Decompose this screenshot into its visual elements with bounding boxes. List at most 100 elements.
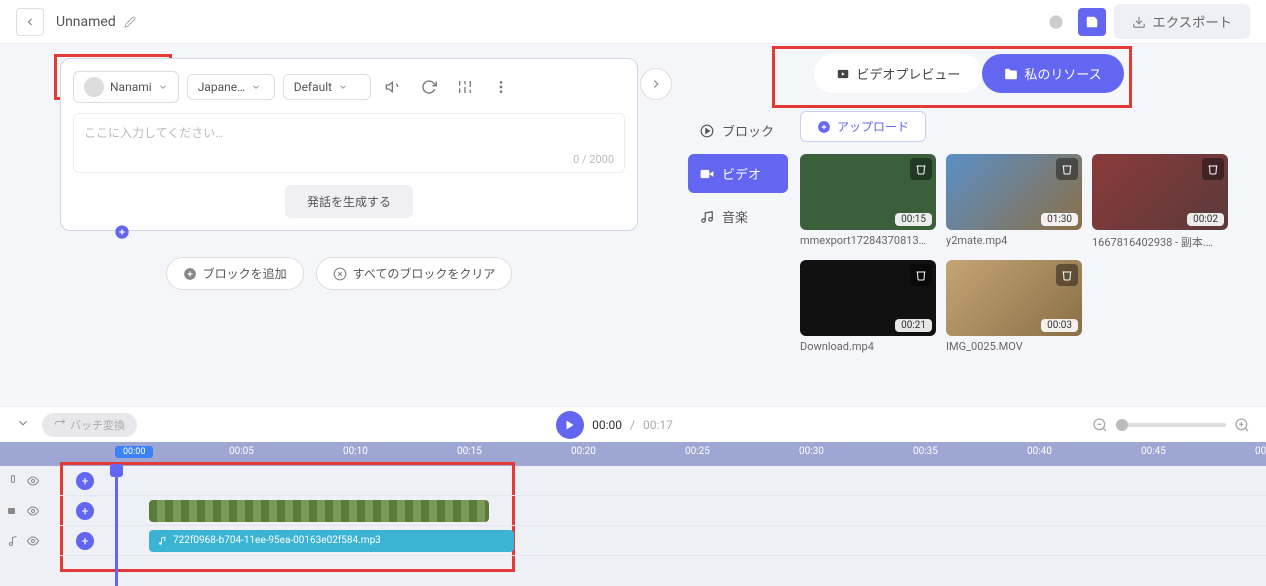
delete-button[interactable]: [1202, 158, 1224, 180]
video-thumbnail[interactable]: 00:02 1667816402938 - 副本.…: [1092, 154, 1228, 250]
sidebar-item-block[interactable]: ブロック: [688, 111, 788, 150]
download-icon: [1132, 15, 1146, 29]
video-thumbnail[interactable]: 00:21 Download.mp4: [800, 260, 936, 353]
zoom-out-button[interactable]: [1092, 417, 1108, 433]
trash-icon: [1207, 163, 1219, 175]
project-title: Unnamed: [56, 14, 116, 30]
block-icon: [700, 124, 714, 138]
edit-title-button[interactable]: [124, 16, 136, 28]
audio-clip[interactable]: 722f0968-b704-11ee-95ea-00163e02f584.mp3: [149, 530, 514, 552]
thumbnail-image: 00:02: [1092, 154, 1228, 230]
duration-badge: 00:15: [895, 213, 932, 226]
zoom-slider[interactable]: [1116, 423, 1226, 427]
style-selector[interactable]: Default: [283, 74, 371, 100]
add-clip-button[interactable]: +: [76, 532, 94, 550]
speaker-icon: [385, 79, 401, 95]
style-value: Default: [294, 80, 332, 94]
ruler-tick: 00:25: [685, 446, 710, 457]
duration-badge: 00:03: [1041, 319, 1078, 332]
more-button[interactable]: [487, 73, 515, 101]
thumbnail-name: 1667816402938 - 副本.…: [1092, 234, 1228, 250]
generate-button[interactable]: 発話を生成する: [285, 185, 413, 218]
zoom-in-icon: [1234, 417, 1250, 433]
sidebar-item-video[interactable]: ビデオ: [688, 154, 788, 193]
time-sep: /: [630, 418, 635, 432]
export-label: エクスポート: [1152, 12, 1232, 31]
track-audio[interactable]: + 722f0968-b704-11ee-95ea-00163e02f584.m…: [60, 526, 1266, 556]
export-button[interactable]: エクスポート: [1114, 4, 1250, 39]
ruler-tick: 00:30: [799, 446, 824, 457]
add-block-button[interactable]: ブロックを追加: [166, 257, 304, 290]
info-icon: [1048, 14, 1064, 30]
settings-button[interactable]: [451, 73, 479, 101]
sidebar-item-music[interactable]: 音楽: [688, 197, 788, 236]
eye-icon[interactable]: [26, 505, 40, 517]
ruler-tick: 00:50: [1255, 446, 1266, 457]
trash-icon: [1061, 269, 1073, 281]
delete-button[interactable]: [910, 158, 932, 180]
video-clip[interactable]: [149, 500, 489, 522]
add-paragraph-button[interactable]: [114, 224, 130, 240]
delete-button[interactable]: [1056, 264, 1078, 286]
clear-blocks-button[interactable]: すべてのブロックをクリア: [316, 257, 513, 290]
expand-panel-button[interactable]: [640, 68, 672, 100]
chevron-down-icon: [158, 82, 168, 92]
play-button[interactable]: [556, 411, 584, 439]
timeline-collapse-button[interactable]: [16, 416, 34, 434]
upload-label: アップロード: [837, 118, 909, 135]
duration-badge: 01:30: [1041, 213, 1078, 226]
music-icon: [700, 210, 714, 224]
batch-label: バッチ変換: [70, 417, 125, 433]
chevron-down-icon: [16, 416, 30, 430]
video-icon: [700, 167, 714, 181]
zoom-out-icon: [1092, 417, 1108, 433]
plus-circle-icon: [114, 224, 130, 240]
chevron-down-icon: [338, 82, 348, 92]
time-total: 00:17: [643, 418, 673, 432]
speaker-button[interactable]: [379, 73, 407, 101]
add-clip-button[interactable]: +: [76, 502, 94, 520]
duration-badge: 00:21: [895, 319, 932, 332]
ruler-tick: 00:05: [229, 446, 254, 457]
upload-button[interactable]: アップロード: [800, 111, 926, 142]
delete-button[interactable]: [910, 264, 932, 286]
ruler-tick: 00:45: [1141, 446, 1166, 457]
back-button[interactable]: [16, 8, 44, 36]
ruler-tick: 00:10: [343, 446, 368, 457]
thumbnail-name: IMG_0025.MOV: [946, 340, 1082, 353]
video-thumbnail[interactable]: 00:03 IMG_0025.MOV: [946, 260, 1082, 353]
sidebar-video-label: ビデオ: [722, 164, 761, 183]
playhead-marker: 00:00: [115, 446, 153, 458]
chevron-right-icon: [649, 77, 663, 91]
zoom-in-button[interactable]: [1234, 417, 1250, 433]
playhead[interactable]: [115, 466, 118, 586]
save-icon: [1085, 15, 1099, 29]
music-icon: [6, 535, 20, 547]
more-vertical-icon: [493, 79, 509, 95]
plus-circle-icon: [183, 267, 197, 281]
track-video[interactable]: +: [60, 496, 1266, 526]
play-icon: [564, 419, 576, 431]
duration-badge: 00:02: [1187, 213, 1224, 226]
voice-selector[interactable]: Nanami: [73, 71, 179, 103]
swap-icon: [54, 419, 66, 431]
language-selector[interactable]: Japane…: [187, 74, 275, 100]
video-thumbnail[interactable]: 00:15 mmexport17284370813…: [800, 154, 936, 250]
video-thumbnail[interactable]: 01:30 y2mate.mp4: [946, 154, 1082, 250]
add-clip-button[interactable]: +: [76, 472, 94, 490]
delete-button[interactable]: [1056, 158, 1078, 180]
info-button[interactable]: [1042, 8, 1070, 36]
voice-name: Nanami: [110, 80, 152, 94]
batch-convert-button[interactable]: バッチ変換: [42, 413, 137, 437]
eye-icon[interactable]: [26, 475, 40, 487]
sidebar-music-label: 音楽: [722, 207, 748, 226]
track-voice[interactable]: +: [60, 466, 1266, 496]
plus-circle-icon: [817, 120, 831, 134]
refresh-button[interactable]: [415, 73, 443, 101]
save-button[interactable]: [1078, 8, 1106, 36]
thumbnail-image: 01:30: [946, 154, 1082, 230]
text-input[interactable]: ここに入力してください… 0 / 2000: [73, 113, 625, 173]
eye-icon[interactable]: [26, 535, 40, 547]
video-icon: [6, 505, 20, 517]
mic-icon: [6, 475, 20, 487]
